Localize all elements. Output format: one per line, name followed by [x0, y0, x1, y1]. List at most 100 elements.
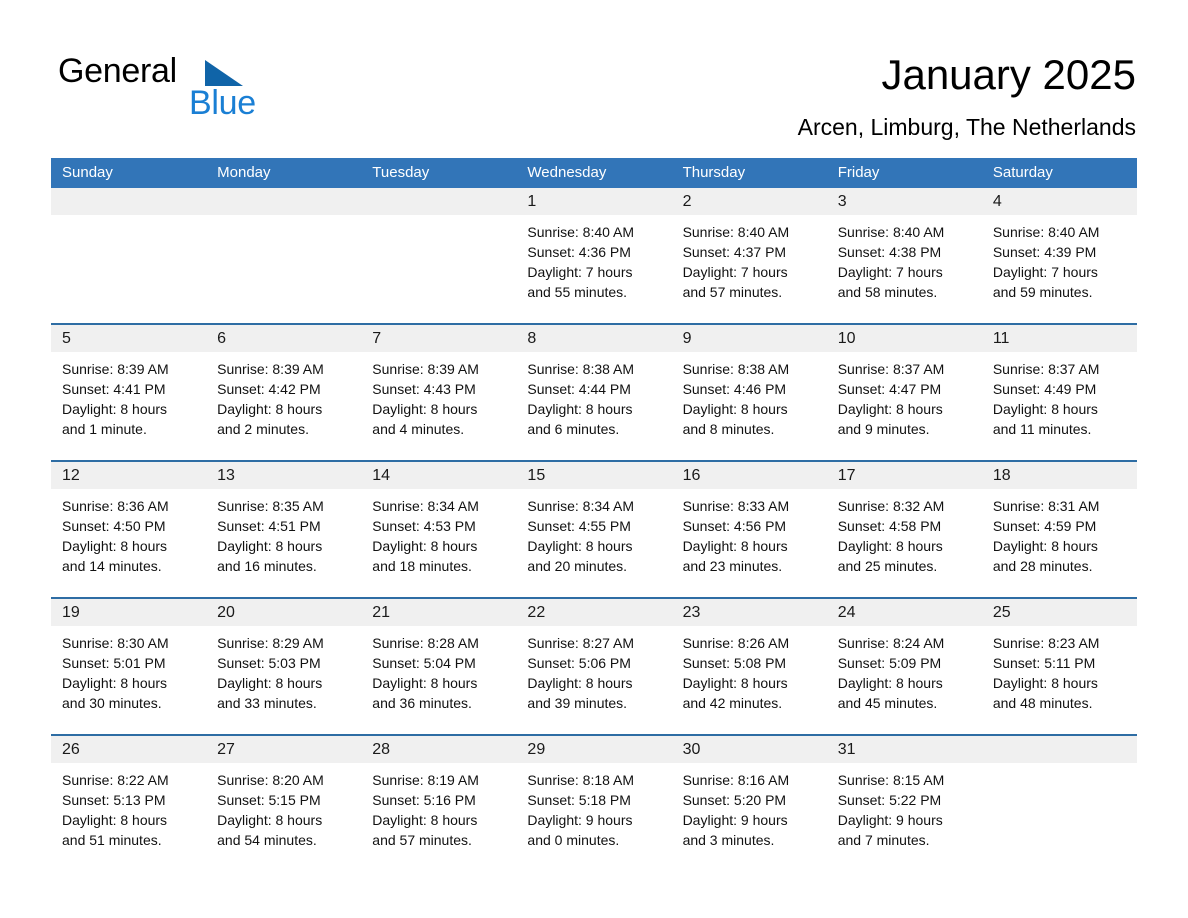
- day-cell[interactable]: Sunrise: 8:40 AM Sunset: 4:39 PM Daylight:…: [982, 215, 1137, 323]
- sunset-text: Sunset: 4:46 PM: [682, 381, 787, 397]
- daylight-text: Daylight: 8 hours: [62, 538, 168, 554]
- day-cell[interactable]: Sunrise: 8:34 AM Sunset: 4:55 PM Daylight:…: [516, 489, 671, 597]
- day-number[interactable]: 11: [982, 325, 1137, 352]
- day-cell[interactable]: Sunrise: 8:34 AM Sunset: 4:53 PM Daylight:…: [361, 489, 516, 597]
- day-number[interactable]: 16: [672, 462, 827, 489]
- sunrise-text: Sunrise: 8:38 AM: [682, 361, 790, 377]
- day-number[interactable]: 23: [672, 599, 827, 626]
- day-number[interactable]: 24: [827, 599, 982, 626]
- logo-word-blue: Blue: [189, 84, 256, 122]
- day-number-empty: [51, 188, 206, 215]
- day-cell[interactable]: Sunrise: 8:15 AM Sunset: 5:22 PM Daylight:…: [827, 763, 982, 871]
- day-number[interactable]: 29: [516, 736, 671, 763]
- day-number[interactable]: 27: [206, 736, 361, 763]
- day-cell[interactable]: Sunrise: 8:31 AM Sunset: 4:59 PM Daylight:…: [982, 489, 1137, 597]
- daylight-text: Daylight: 8 hours: [527, 401, 633, 417]
- day-number[interactable]: 30: [672, 736, 827, 763]
- day-cell[interactable]: Sunrise: 8:29 AM Sunset: 5:03 PM Daylight:…: [206, 626, 361, 734]
- day-number[interactable]: 15: [516, 462, 671, 489]
- daylight-text-cont: and 39 minutes.: [527, 695, 628, 711]
- day-number[interactable]: 3: [827, 188, 982, 215]
- day-number[interactable]: 4: [982, 188, 1137, 215]
- day-number[interactable]: 31: [827, 736, 982, 763]
- day-cell[interactable]: Sunrise: 8:39 AM Sunset: 4:42 PM Daylight:…: [206, 352, 361, 460]
- daylight-text-cont: and 9 minutes.: [837, 421, 930, 437]
- daylight-text-cont: and 18 minutes.: [372, 558, 472, 574]
- sunrise-text: Sunrise: 8:24 AM: [837, 635, 945, 651]
- day-cell[interactable]: Sunrise: 8:18 AM Sunset: 5:18 PM Daylight:…: [516, 763, 671, 871]
- day-cell[interactable]: Sunrise: 8:37 AM Sunset: 4:49 PM Daylight:…: [982, 352, 1137, 460]
- day-number[interactable]: 21: [361, 599, 516, 626]
- day-number[interactable]: 2: [672, 188, 827, 215]
- sunset-text: Sunset: 4:51 PM: [217, 518, 321, 534]
- sunrise-text: Sunrise: 8:15 AM: [837, 772, 945, 788]
- day-cell[interactable]: Sunrise: 8:20 AM Sunset: 5:15 PM Daylight:…: [206, 763, 361, 871]
- day-cell[interactable]: Sunrise: 8:40 AM Sunset: 4:36 PM Daylight:…: [516, 215, 671, 323]
- day-number[interactable]: 10: [827, 325, 982, 352]
- day-detail-band: Sunrise: 8:22 AM Sunset: 5:13 PM Daylight:…: [51, 763, 1137, 871]
- daylight-text: Daylight: 8 hours: [527, 675, 633, 691]
- day-cell[interactable]: Sunrise: 8:40 AM Sunset: 4:37 PM Daylight:…: [672, 215, 827, 323]
- day-detail-band: Sunrise: 8:40 AM Sunset: 4:36 PM Daylight:…: [51, 215, 1137, 323]
- sunset-text: Sunset: 5:15 PM: [217, 792, 321, 808]
- day-number-band: 5 6 7 8 9 10 11: [51, 325, 1137, 352]
- day-number[interactable]: 17: [827, 462, 982, 489]
- day-number[interactable]: 25: [982, 599, 1137, 626]
- daylight-text: Daylight: 8 hours: [527, 538, 633, 554]
- daylight-text-cont: and 58 minutes.: [837, 284, 938, 300]
- daylight-text-cont: and 57 minutes.: [372, 832, 472, 848]
- day-cell[interactable]: Sunrise: 8:37 AM Sunset: 4:47 PM Daylight:…: [827, 352, 982, 460]
- day-cell[interactable]: Sunrise: 8:26 AM Sunset: 5:08 PM Daylight:…: [672, 626, 827, 734]
- day-cell[interactable]: Sunrise: 8:35 AM Sunset: 4:51 PM Daylight:…: [206, 489, 361, 597]
- sunset-text: Sunset: 5:08 PM: [682, 655, 787, 671]
- day-cell[interactable]: Sunrise: 8:33 AM Sunset: 4:56 PM Daylight:…: [672, 489, 827, 597]
- day-cell[interactable]: Sunrise: 8:30 AM Sunset: 5:01 PM Daylight:…: [51, 626, 206, 734]
- sunset-text: Sunset: 4:41 PM: [62, 381, 166, 397]
- day-number[interactable]: 18: [982, 462, 1137, 489]
- sunset-text: Sunset: 5:13 PM: [62, 792, 166, 808]
- calendar-weeks: 1 2 3 4 Sunrise: 8:40 AM Sunset: 4:36 PM Dayli…: [51, 188, 1137, 871]
- day-number[interactable]: 14: [361, 462, 516, 489]
- day-cell[interactable]: Sunrise: 8:16 AM Sunset: 5:20 PM Daylight:…: [672, 763, 827, 871]
- day-cell[interactable]: Sunrise: 8:27 AM Sunset: 5:06 PM Daylight:…: [516, 626, 671, 734]
- daylight-text: Daylight: 8 hours: [992, 675, 1098, 691]
- day-number[interactable]: 28: [361, 736, 516, 763]
- day-number[interactable]: 8: [516, 325, 671, 352]
- day-cell[interactable]: Sunrise: 8:39 AM Sunset: 4:43 PM Daylight:…: [361, 352, 516, 460]
- day-cell[interactable]: Sunrise: 8:32 AM Sunset: 4:58 PM Daylight:…: [827, 489, 982, 597]
- day-number[interactable]: 9: [672, 325, 827, 352]
- day-number-empty: [361, 188, 516, 215]
- day-cell[interactable]: Sunrise: 8:36 AM Sunset: 4:50 PM Daylight:…: [51, 489, 206, 597]
- day-cell[interactable]: Sunrise: 8:19 AM Sunset: 5:16 PM Daylight:…: [361, 763, 516, 871]
- sunset-text: Sunset: 4:58 PM: [837, 518, 942, 534]
- day-cell[interactable]: Sunrise: 8:24 AM Sunset: 5:09 PM Daylight:…: [827, 626, 982, 734]
- day-cell[interactable]: Sunrise: 8:40 AM Sunset: 4:38 PM Daylight:…: [827, 215, 982, 323]
- daylight-text: Daylight: 7 hours: [837, 264, 943, 280]
- day-cell[interactable]: Sunrise: 8:22 AM Sunset: 5:13 PM Daylight:…: [51, 763, 206, 871]
- day-number[interactable]: 5: [51, 325, 206, 352]
- day-cell[interactable]: Sunrise: 8:38 AM Sunset: 4:44 PM Daylight:…: [516, 352, 671, 460]
- day-cell[interactable]: Sunrise: 8:28 AM Sunset: 5:04 PM Daylight:…: [361, 626, 516, 734]
- day-cell[interactable]: Sunrise: 8:38 AM Sunset: 4:46 PM Daylight:…: [672, 352, 827, 460]
- weekday-header-row: Sunday Monday Tuesday Wednesday Thursday…: [51, 158, 1137, 188]
- day-number[interactable]: 13: [206, 462, 361, 489]
- day-cell[interactable]: Sunrise: 8:23 AM Sunset: 5:11 PM Daylight:…: [982, 626, 1137, 734]
- day-number[interactable]: 12: [51, 462, 206, 489]
- daylight-text-cont: and 2 minutes.: [217, 421, 309, 437]
- day-number[interactable]: 26: [51, 736, 206, 763]
- day-number[interactable]: 22: [516, 599, 671, 626]
- day-number[interactable]: 19: [51, 599, 206, 626]
- daylight-text-cont: and 23 minutes.: [682, 558, 783, 574]
- sunrise-text: Sunrise: 8:40 AM: [527, 224, 635, 240]
- sunset-text: Sunset: 4:49 PM: [992, 381, 1097, 397]
- day-number-empty: [982, 736, 1137, 763]
- day-number[interactable]: 6: [206, 325, 361, 352]
- sunrise-text: Sunrise: 8:20 AM: [217, 772, 324, 788]
- calendar-week-row: 26 27 28 29 30 31 Sunrise: 8:22 AM Sunset: 5:13…: [51, 734, 1137, 871]
- day-number[interactable]: 1: [516, 188, 671, 215]
- day-number[interactable]: 7: [361, 325, 516, 352]
- day-cell[interactable]: Sunrise: 8:39 AM Sunset: 4:41 PM Daylight:…: [51, 352, 206, 460]
- daylight-text-cont: and 11 minutes.: [992, 421, 1092, 437]
- calendar-week-row: 12 13 14 15 16 17 18 Sunrise: 8:36 AM Sunset: 4:…: [51, 460, 1137, 597]
- day-number[interactable]: 20: [206, 599, 361, 626]
